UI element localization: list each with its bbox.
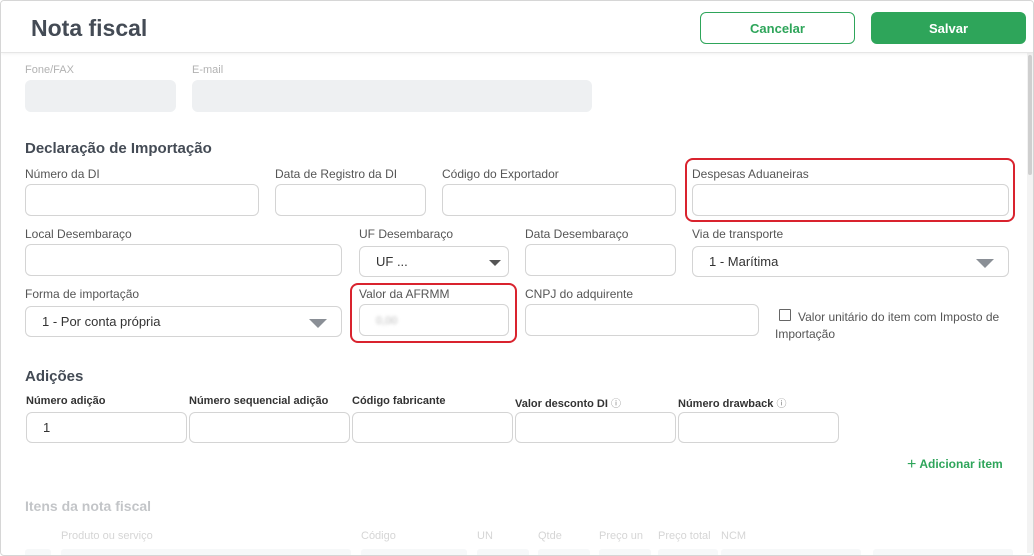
data-desembaraco-input[interactable]	[525, 244, 676, 276]
item-row-qtde[interactable]	[538, 549, 590, 555]
uf-desembaraco-label: UF Desembaraço	[359, 227, 454, 241]
data-desembaraco-label: Data Desembaraço	[525, 227, 629, 241]
item-row-produto[interactable]	[61, 549, 351, 555]
page-header: Nota fiscal Cancelar Salvar	[1, 1, 1033, 53]
valor-desconto-label: Valor desconto DI	[515, 398, 608, 410]
page-title: Nota fiscal	[31, 15, 148, 41]
numero-drawback-input[interactable]	[678, 412, 839, 443]
numero-drawback-label: Número drawback	[678, 398, 774, 410]
despesas-input[interactable]	[692, 184, 1009, 216]
codigo-exportador-input[interactable]	[442, 184, 676, 216]
col-codigo: Código	[361, 530, 396, 542]
add-item-button[interactable]: + Adicionar item	[907, 456, 1003, 474]
despesas-label: Despesas Aduaneiras	[692, 167, 809, 181]
info-icon[interactable]: ⓘ	[611, 399, 621, 410]
plus-icon: +	[907, 456, 917, 473]
forma-importacao-value: 1 - Por conta própria	[42, 314, 161, 329]
via-transporte-value: 1 - Marítima	[709, 254, 779, 269]
add-item-label: Adicionar item	[919, 457, 1003, 471]
via-transporte-select[interactable]: 1 - Marítima	[692, 246, 1009, 277]
codigo-fabricante-input[interactable]	[352, 412, 513, 443]
cnpj-input[interactable]	[525, 304, 759, 336]
codigo-exportador-label: Código do Exportador	[442, 167, 559, 181]
local-desembaraco-input[interactable]	[25, 244, 342, 276]
numero-di-label: Número da DI	[25, 167, 100, 181]
bottom-fade	[1, 489, 1027, 555]
item-row-un[interactable]	[477, 549, 529, 555]
numero-di-input[interactable]	[25, 184, 259, 216]
codigo-fabricante-label: Código fabricante	[352, 395, 446, 407]
nota-fiscal-window: Nota fiscal Cancelar Salvar Fone/FAX E-m…	[0, 0, 1034, 556]
chevron-down-icon	[976, 259, 994, 268]
import-declaration-title: Declaração de Importação	[25, 140, 212, 157]
local-desembaraco-label: Local Desembaraço	[25, 227, 132, 241]
forma-importacao-label: Forma de importação	[25, 287, 140, 301]
imposto-importacao-label: Valor unitário do item com Imposto de Im…	[775, 310, 1000, 341]
numero-adicao-value: 1	[43, 420, 51, 435]
chevron-down-icon	[489, 260, 501, 266]
cancel-button[interactable]: Cancelar	[700, 12, 855, 44]
vertical-scrollbar[interactable]	[1027, 53, 1033, 553]
forma-importacao-select[interactable]: 1 - Por conta própria	[25, 306, 342, 337]
email-input[interactable]	[192, 80, 592, 112]
additions-title: Adições	[25, 368, 84, 385]
numero-sequencial-label: Número sequencial adição	[189, 395, 329, 407]
numero-drawback-header: Número drawback ⓘ	[678, 395, 786, 410]
col-un: UN	[477, 530, 493, 542]
valor-desconto-input[interactable]	[515, 412, 676, 443]
item-row-checkbox[interactable]	[25, 549, 51, 555]
fone-label: Fone/FAX	[25, 64, 74, 76]
item-row-preco-total[interactable]	[658, 549, 718, 555]
data-registro-input[interactable]	[275, 184, 426, 216]
valor-afrmm-label: Valor da AFRMM	[359, 287, 450, 301]
col-qtde: Qtde	[538, 530, 562, 542]
items-title: Itens da nota fiscal	[25, 498, 152, 514]
col-preco-un: Preço un	[599, 530, 644, 542]
col-ncm: NCM	[721, 530, 747, 542]
col-produto: Produto ou serviço	[61, 530, 153, 542]
valor-afrmm-input[interactable]: 0,00	[359, 304, 509, 336]
item-row-ncm[interactable]	[721, 549, 861, 555]
info-icon[interactable]: ⓘ	[776, 399, 786, 410]
data-registro-label: Data de Registro da DI	[275, 167, 398, 181]
col-preco-total: Preço total	[658, 530, 711, 542]
numero-adicao-input[interactable]: 1	[26, 412, 187, 443]
valor-desconto-header: Valor desconto DI ⓘ	[515, 395, 621, 410]
cnpj-label: CNPJ do adquirente	[525, 287, 634, 301]
uf-desembaraco-value: UF ...	[376, 254, 408, 269]
fone-input[interactable]	[25, 80, 176, 112]
save-button[interactable]: Salvar	[871, 12, 1026, 44]
email-label: E-mail	[192, 64, 224, 76]
valor-afrmm-value: 0,00	[376, 315, 398, 327]
item-row-preco-un[interactable]	[599, 549, 651, 555]
numero-adicao-label: Número adição	[26, 395, 106, 407]
item-row-codigo[interactable]	[361, 549, 467, 555]
item-row-extra[interactable]	[873, 549, 1013, 555]
chevron-down-icon	[309, 319, 327, 328]
uf-desembaraco-select[interactable]: UF ...	[359, 246, 509, 277]
scrollbar-thumb[interactable]	[1028, 55, 1032, 175]
numero-sequencial-input[interactable]	[189, 412, 350, 443]
via-transporte-label: Via de transporte	[692, 227, 784, 241]
